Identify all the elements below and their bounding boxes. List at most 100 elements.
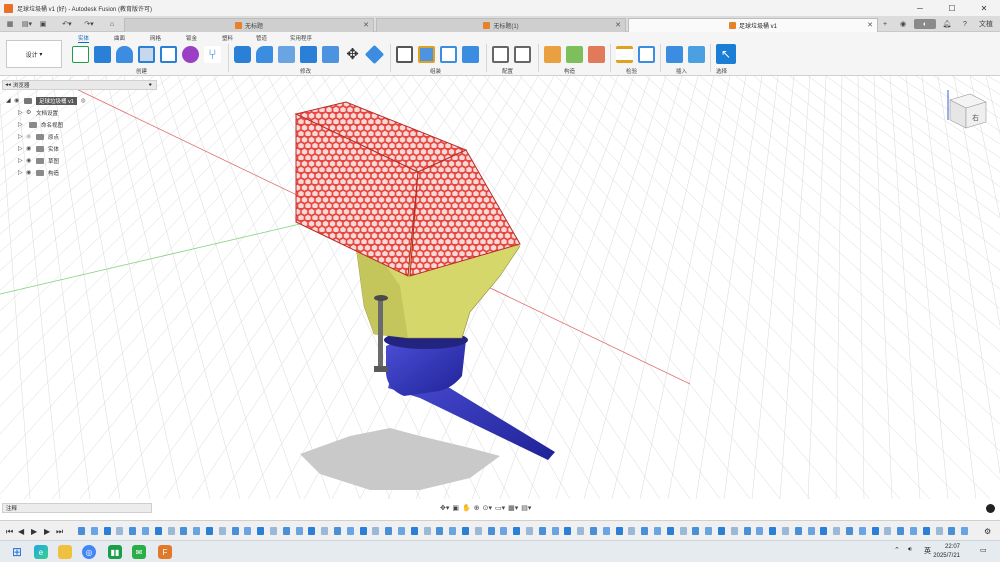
visibility-eye-icon[interactable]: ◉ xyxy=(26,169,36,176)
group-select[interactable]: 选择 xyxy=(716,67,727,75)
system-clock[interactable]: 22:07 2025/7/21 xyxy=(933,543,960,561)
orbit-icon[interactable]: ✥▾ xyxy=(440,504,449,512)
timeline-feature-icon[interactable] xyxy=(449,527,457,535)
timeline-feature-icon[interactable] xyxy=(346,527,354,535)
timeline-feature-icon[interactable] xyxy=(487,527,495,535)
timeline-feature-icon[interactable] xyxy=(679,527,687,535)
maximize-button[interactable]: ☐ xyxy=(936,0,968,16)
timeline-feature-icon[interactable] xyxy=(756,527,764,535)
look-at-icon[interactable]: ▣ xyxy=(452,504,459,512)
fusion-taskbar-icon[interactable]: F xyxy=(158,545,172,559)
timeline-feature-icon[interactable] xyxy=(538,527,546,535)
browser-item-bodies[interactable]: ▷ ◉ 实体 xyxy=(18,143,59,154)
timeline-feature-icon[interactable] xyxy=(90,527,98,535)
extrude-icon[interactable] xyxy=(94,46,111,63)
midplane-icon[interactable] xyxy=(588,46,605,63)
clamp-screw[interactable] xyxy=(378,298,383,372)
fillet-icon[interactable] xyxy=(256,46,273,63)
timeline-feature-icon[interactable] xyxy=(321,527,329,535)
timeline-feature-icon[interactable] xyxy=(858,527,866,535)
interference-icon[interactable] xyxy=(638,46,655,63)
offset-plane-icon[interactable] xyxy=(544,46,561,63)
as-built-joint-icon[interactable] xyxy=(440,46,457,63)
timeline-feature-icon[interactable] xyxy=(922,527,930,535)
timeline-feature-icon[interactable] xyxy=(206,527,213,535)
fit-zoom-icon[interactable]: ⊙▾ xyxy=(483,504,492,512)
timeline-feature-icon[interactable] xyxy=(705,527,713,535)
chamfer-icon[interactable] xyxy=(278,46,295,63)
timeline-end-icon[interactable]: ⏭ xyxy=(56,527,63,537)
timeline-feature-icon[interactable] xyxy=(129,527,137,535)
timeline-feature-icon[interactable] xyxy=(654,527,661,535)
timeline-feature-icon[interactable] xyxy=(526,527,533,535)
timeline-feature-icon[interactable] xyxy=(282,527,290,535)
draft-icon[interactable] xyxy=(364,44,385,65)
revolve-icon[interactable] xyxy=(116,46,133,63)
save-icon[interactable]: ▣ xyxy=(38,18,48,30)
timeline-feature-icon[interactable] xyxy=(359,527,367,535)
new-component-icon[interactable] xyxy=(396,46,413,63)
tab-surface[interactable]: 曲面 xyxy=(114,34,125,42)
volume-icon[interactable]: 🔉︎ xyxy=(908,546,912,554)
user-account-button[interactable]: 文植 xyxy=(976,19,996,29)
collapse-panel-icon[interactable]: ◂◂ xyxy=(3,82,13,88)
timeline-feature-icon[interactable] xyxy=(602,527,610,535)
tab-plastic[interactable]: 塑料 xyxy=(222,34,233,42)
timeline-feature-icon[interactable] xyxy=(718,527,725,535)
expand-icon[interactable]: ▷ xyxy=(18,145,26,152)
comments-panel[interactable]: 注释 xyxy=(2,503,152,513)
timeline-feature-icon[interactable] xyxy=(372,527,380,535)
tab-utilities[interactable]: 实用程序 xyxy=(290,34,312,42)
hole-icon[interactable] xyxy=(138,46,155,63)
close-button[interactable]: ✕ xyxy=(968,0,1000,16)
timeline-feature-icon[interactable] xyxy=(961,527,969,535)
display-settings-icon[interactable]: ▭▾ xyxy=(495,504,505,512)
plane-at-angle-icon[interactable] xyxy=(566,46,583,63)
browser-item-construction[interactable]: ▷ ◉ 构造 xyxy=(18,167,59,178)
windows-start-icon[interactable]: ⊞ xyxy=(10,545,24,559)
timeline-feature-icon[interactable] xyxy=(462,527,469,535)
timeline-start-icon[interactable]: ⏮ xyxy=(6,527,13,537)
view-cube[interactable]: 右 xyxy=(947,90,987,129)
expand-icon[interactable]: ▷ xyxy=(18,169,26,176)
timeline-feature-icon[interactable] xyxy=(871,527,879,535)
timeline-feature-icon[interactable] xyxy=(180,527,188,535)
tray-expand-icon[interactable]: ⌃ xyxy=(894,546,900,554)
green-app-icon[interactable]: ▮▮ xyxy=(108,545,122,559)
timeline-feature-icon[interactable] xyxy=(244,527,252,535)
timeline-feature-icon[interactable] xyxy=(551,527,559,535)
group-configure[interactable]: 配置 xyxy=(502,67,513,75)
timeline-feature-icon[interactable] xyxy=(513,527,521,535)
grid-menu-icon[interactable]: ▦ xyxy=(4,18,16,30)
timeline-feature-icon[interactable] xyxy=(564,527,572,535)
visibility-eye-icon[interactable]: ◉ xyxy=(26,145,36,152)
create-form-icon[interactable] xyxy=(182,46,199,63)
tab-untitled[interactable]: 无标题 ✕ xyxy=(124,18,374,32)
group-insert[interactable]: 插入 xyxy=(676,67,687,75)
browser-item-document-settings[interactable]: ▷ ⚙ 文档设置 xyxy=(18,107,58,118)
visibility-eye-icon[interactable]: ◉ xyxy=(26,157,36,164)
tab-untitled-1[interactable]: 无标题(1) ✕ xyxy=(376,18,626,32)
expand-icon[interactable]: ▷ xyxy=(18,133,26,140)
timeline-feature-icon[interactable] xyxy=(935,527,943,535)
timeline-feature-icon[interactable] xyxy=(820,527,828,535)
timeline-feature-icon[interactable] xyxy=(628,527,636,535)
timeline-feature-icon[interactable] xyxy=(270,527,277,535)
timeline-feature-icon[interactable] xyxy=(193,527,201,535)
timeline-feature-icon[interactable] xyxy=(794,527,802,535)
insert-canvas-icon[interactable] xyxy=(688,46,705,63)
joint-origin-icon[interactable] xyxy=(462,46,479,63)
close-tab-icon[interactable]: ✕ xyxy=(363,21,369,29)
close-tab-icon[interactable]: ✕ xyxy=(615,21,621,29)
timeline-feature-icon[interactable] xyxy=(218,527,226,535)
timeline-feature-icon[interactable] xyxy=(257,527,265,535)
notification-center-icon[interactable]: ▭ xyxy=(980,546,987,554)
timeline-play-icon[interactable]: ▶ xyxy=(31,527,37,536)
select-cursor-icon[interactable]: ↖ xyxy=(716,44,736,64)
workspace-selector[interactable]: 设计 ▾ xyxy=(6,40,62,68)
tab-active-document[interactable]: 足球垃圾桶 v1 ✕ xyxy=(628,18,878,32)
close-tab-icon[interactable]: ✕ xyxy=(867,21,873,29)
home-icon[interactable]: ⌂ xyxy=(106,18,118,30)
timeline-feature-icon[interactable] xyxy=(231,527,239,535)
new-tab-icon[interactable]: + xyxy=(880,19,890,29)
